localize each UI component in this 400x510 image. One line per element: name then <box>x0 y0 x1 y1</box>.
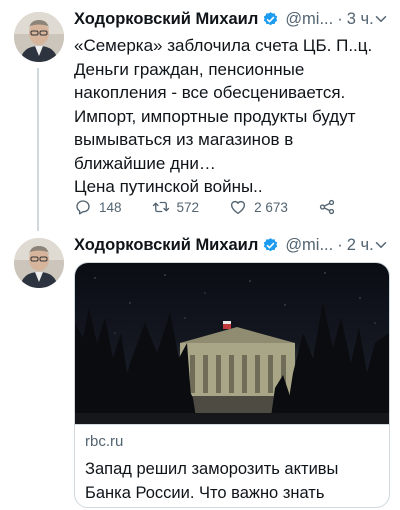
reply-icon <box>76 200 90 215</box>
author-name[interactable]: Ходорковский Михаил <box>74 236 258 255</box>
card-divider <box>75 424 389 425</box>
like-icon <box>231 200 246 215</box>
retweet-button[interactable]: 572 <box>152 198 200 216</box>
verified-badge-icon <box>264 237 278 251</box>
tweet-text-line: накопления - все обесценивается. <box>74 83 346 102</box>
author-handle[interactable]: @mi... <box>285 236 333 255</box>
retweet-icon <box>152 201 169 213</box>
more-icon[interactable] <box>372 236 390 254</box>
tweet-text-line: Деньги граждан, пенсионные <box>74 59 305 79</box>
tweet-text-line: Импорт, импортные продукты будут <box>74 106 356 126</box>
card-image[interactable] <box>75 263 389 424</box>
thread-line <box>37 68 39 231</box>
more-icon[interactable] <box>372 10 390 28</box>
link-card[interactable]: rbc.ru Запад решил заморозить активы Бан… <box>74 262 390 508</box>
tweet-actions: 148 572 2 673 <box>74 196 366 218</box>
tweet-time[interactable]: 2 ч. <box>347 236 374 255</box>
reply-count: 148 <box>99 199 122 215</box>
author-name[interactable]: Ходорковский Михаил <box>74 10 258 29</box>
card-domain: rbc.ru <box>85 433 124 450</box>
like-count: 2 673 <box>254 199 288 215</box>
share-button[interactable] <box>318 198 336 216</box>
tweet-text-line: Цена путинской войны.. <box>74 177 263 196</box>
tweet-text-line: «Семерка» заблочила счета ЦБ. П..ц. <box>74 36 373 55</box>
tweet-header: Ходорковский Михаил @mi... · 3 ч. <box>74 8 392 30</box>
author-handle[interactable]: @mi... <box>285 10 333 29</box>
tweet-text-line: вымываться из магазинов в <box>74 130 294 149</box>
verified-badge-icon <box>264 11 278 25</box>
separator-dot: · <box>337 9 343 28</box>
tweet-text: «Семерка» заблочила счета ЦБ. П..ц. День… <box>74 34 392 199</box>
tweet-text-line: ближайшие дни… <box>74 153 216 173</box>
reply-button[interactable]: 148 <box>74 198 122 216</box>
retweet-count: 572 <box>176 199 200 215</box>
avatar[interactable] <box>14 238 64 288</box>
share-icon <box>319 199 334 215</box>
tweet-header: Ходорковский Михаил @mi... · 2 ч. <box>74 234 392 256</box>
like-button[interactable]: 2 673 <box>229 198 288 216</box>
card-title[interactable]: Запад решил заморозить активы Банка Росс… <box>85 457 381 505</box>
tweet-time[interactable]: 3 ч. <box>347 10 374 29</box>
separator-dot: · <box>337 235 343 254</box>
avatar[interactable] <box>14 12 64 62</box>
